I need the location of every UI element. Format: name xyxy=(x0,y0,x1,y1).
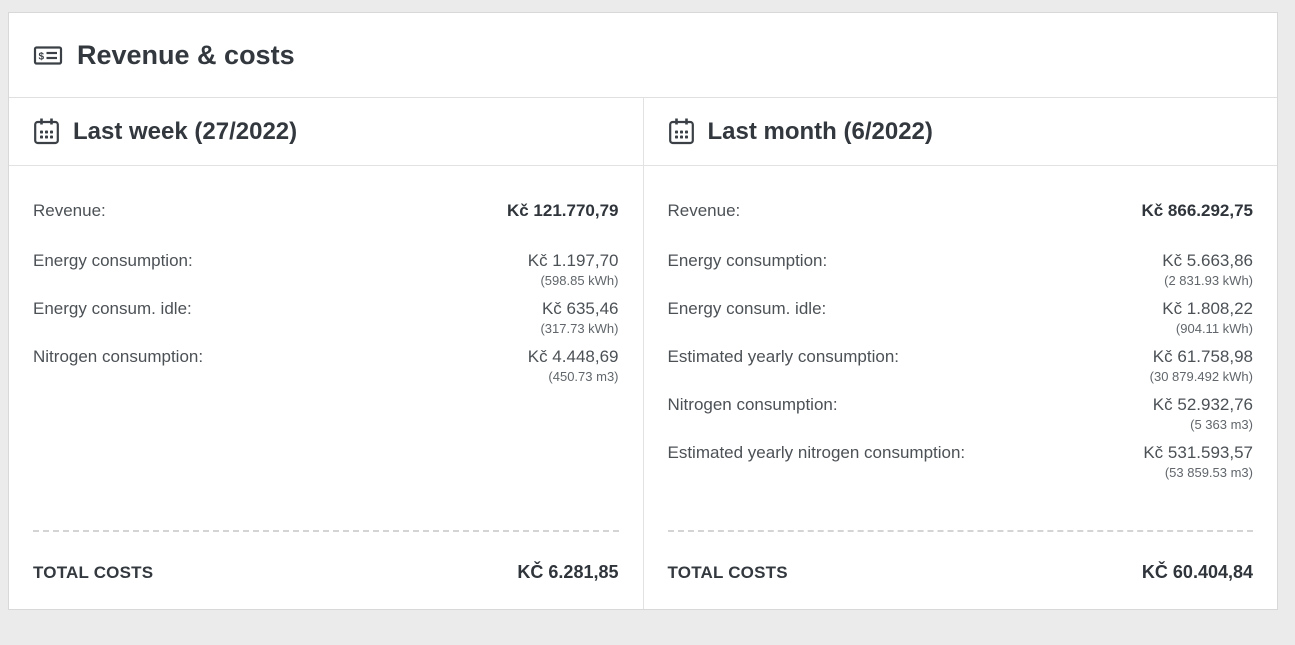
stat-value: Kč 121.770,79 xyxy=(507,200,619,222)
stat-label: Nitrogen consumption: xyxy=(33,346,215,368)
total-costs-label: TOTAL COSTS xyxy=(33,563,153,583)
total-costs-label: TOTAL COSTS xyxy=(668,563,788,583)
stat-subvalue: (904.11 kWh) xyxy=(1162,320,1253,337)
money-check-icon: $ xyxy=(33,44,63,67)
stat-value-wrap: Kč 531.593,57 (53 859.53 m3) xyxy=(1143,442,1253,481)
stat-value-wrap: Kč 4.448,69 (450.73 m3) xyxy=(528,346,619,385)
total-section: TOTAL COSTS KČ 6.281,85 xyxy=(33,530,619,583)
stat-value-wrap: Kč 121.770,79 xyxy=(507,200,619,222)
stat-row: Energy consumption: Kč 5.663,86 (2 831.9… xyxy=(668,250,1254,289)
column-last-month-body: Revenue: Kč 866.292,75 Energy consumptio… xyxy=(644,166,1278,609)
column-title: Last month (6/2022) xyxy=(708,118,933,146)
stat-value: Kč 866.292,75 xyxy=(1141,200,1253,222)
stat-label: Energy consumption: xyxy=(668,250,840,272)
stat-row: Energy consumption: Kč 1.197,70 (598.85 … xyxy=(33,250,619,289)
stat-subvalue: (53 859.53 m3) xyxy=(1143,464,1253,481)
column-last-week: Last week (27/2022) Revenue: Kč 121.770,… xyxy=(9,98,643,609)
stat-value: Kč 1.197,70 xyxy=(528,250,619,272)
stat-label: Energy consum. idle: xyxy=(33,298,204,320)
stat-row: Energy consum. idle: Kč 1.808,22 (904.11… xyxy=(668,298,1254,337)
stat-subvalue: (30 879.492 kWh) xyxy=(1150,368,1253,385)
stat-value: Kč 1.808,22 xyxy=(1162,298,1253,320)
svg-text:$: $ xyxy=(39,51,45,62)
total-costs-value: KČ 6.281,85 xyxy=(517,562,618,583)
column-last-month: Last month (6/2022) Revenue: Kč 866.292,… xyxy=(643,98,1278,609)
stat-label: Estimated yearly consumption: xyxy=(668,346,912,368)
stat-label: Energy consumption: xyxy=(33,250,205,272)
calendar-icon xyxy=(668,117,695,146)
stat-value-wrap: Kč 635,46 (317.73 kWh) xyxy=(540,298,618,337)
stat-row: Estimated yearly nitrogen consumption: K… xyxy=(668,442,1254,481)
card-title: Revenue & costs xyxy=(77,40,295,71)
stat-subvalue: (2 831.93 kWh) xyxy=(1162,272,1253,289)
stat-label: Revenue: xyxy=(668,200,753,222)
stat-value-wrap: Kč 1.197,70 (598.85 kWh) xyxy=(528,250,619,289)
calendar-icon xyxy=(33,117,60,146)
stat-value-wrap: Kč 1.808,22 (904.11 kWh) xyxy=(1162,298,1253,337)
column-last-month-header: Last month (6/2022) xyxy=(644,98,1278,166)
columns-container: Last week (27/2022) Revenue: Kč 121.770,… xyxy=(9,98,1277,609)
stat-value-wrap: Kč 52.932,76 (5 363 m3) xyxy=(1153,394,1253,433)
stat-row: Revenue: Kč 866.292,75 xyxy=(668,200,1254,222)
stat-row: Revenue: Kč 121.770,79 xyxy=(33,200,619,222)
stat-row: Estimated yearly consumption: Kč 61.758,… xyxy=(668,346,1254,385)
total-row: TOTAL COSTS KČ 60.404,84 xyxy=(668,532,1254,583)
stat-label: Nitrogen consumption: xyxy=(668,394,850,416)
revenue-costs-card: $ Revenue & costs xyxy=(8,12,1278,610)
stat-value: Kč 5.663,86 xyxy=(1162,250,1253,272)
stat-value: Kč 4.448,69 xyxy=(528,346,619,368)
stat-subvalue: (450.73 m3) xyxy=(528,368,619,385)
stat-subvalue: (5 363 m3) xyxy=(1153,416,1253,433)
stat-label: Revenue: xyxy=(33,200,118,222)
stat-value: Kč 635,46 xyxy=(540,298,618,320)
column-title: Last week (27/2022) xyxy=(73,118,297,146)
stat-label: Energy consum. idle: xyxy=(668,298,839,320)
stat-subvalue: (598.85 kWh) xyxy=(528,272,619,289)
stat-row: Nitrogen consumption: Kč 52.932,76 (5 36… xyxy=(668,394,1254,433)
column-last-week-body: Revenue: Kč 121.770,79 Energy consumptio… xyxy=(9,166,643,609)
stat-value: Kč 61.758,98 xyxy=(1150,346,1253,368)
total-costs-value: KČ 60.404,84 xyxy=(1142,562,1253,583)
stat-label: Estimated yearly nitrogen consumption: xyxy=(668,442,978,464)
stat-value-wrap: Kč 61.758,98 (30 879.492 kWh) xyxy=(1150,346,1253,385)
total-section: TOTAL COSTS KČ 60.404,84 xyxy=(668,530,1254,583)
stat-value: Kč 52.932,76 xyxy=(1153,394,1253,416)
card-header: $ Revenue & costs xyxy=(9,13,1277,98)
stat-value: Kč 531.593,57 xyxy=(1143,442,1253,464)
stat-value-wrap: Kč 866.292,75 xyxy=(1141,200,1253,222)
total-row: TOTAL COSTS KČ 6.281,85 xyxy=(33,532,619,583)
stat-subvalue: (317.73 kWh) xyxy=(540,320,618,337)
column-last-week-header: Last week (27/2022) xyxy=(9,98,643,166)
stat-value-wrap: Kč 5.663,86 (2 831.93 kWh) xyxy=(1162,250,1253,289)
stat-row: Nitrogen consumption: Kč 4.448,69 (450.7… xyxy=(33,346,619,385)
stat-row: Energy consum. idle: Kč 635,46 (317.73 k… xyxy=(33,298,619,337)
